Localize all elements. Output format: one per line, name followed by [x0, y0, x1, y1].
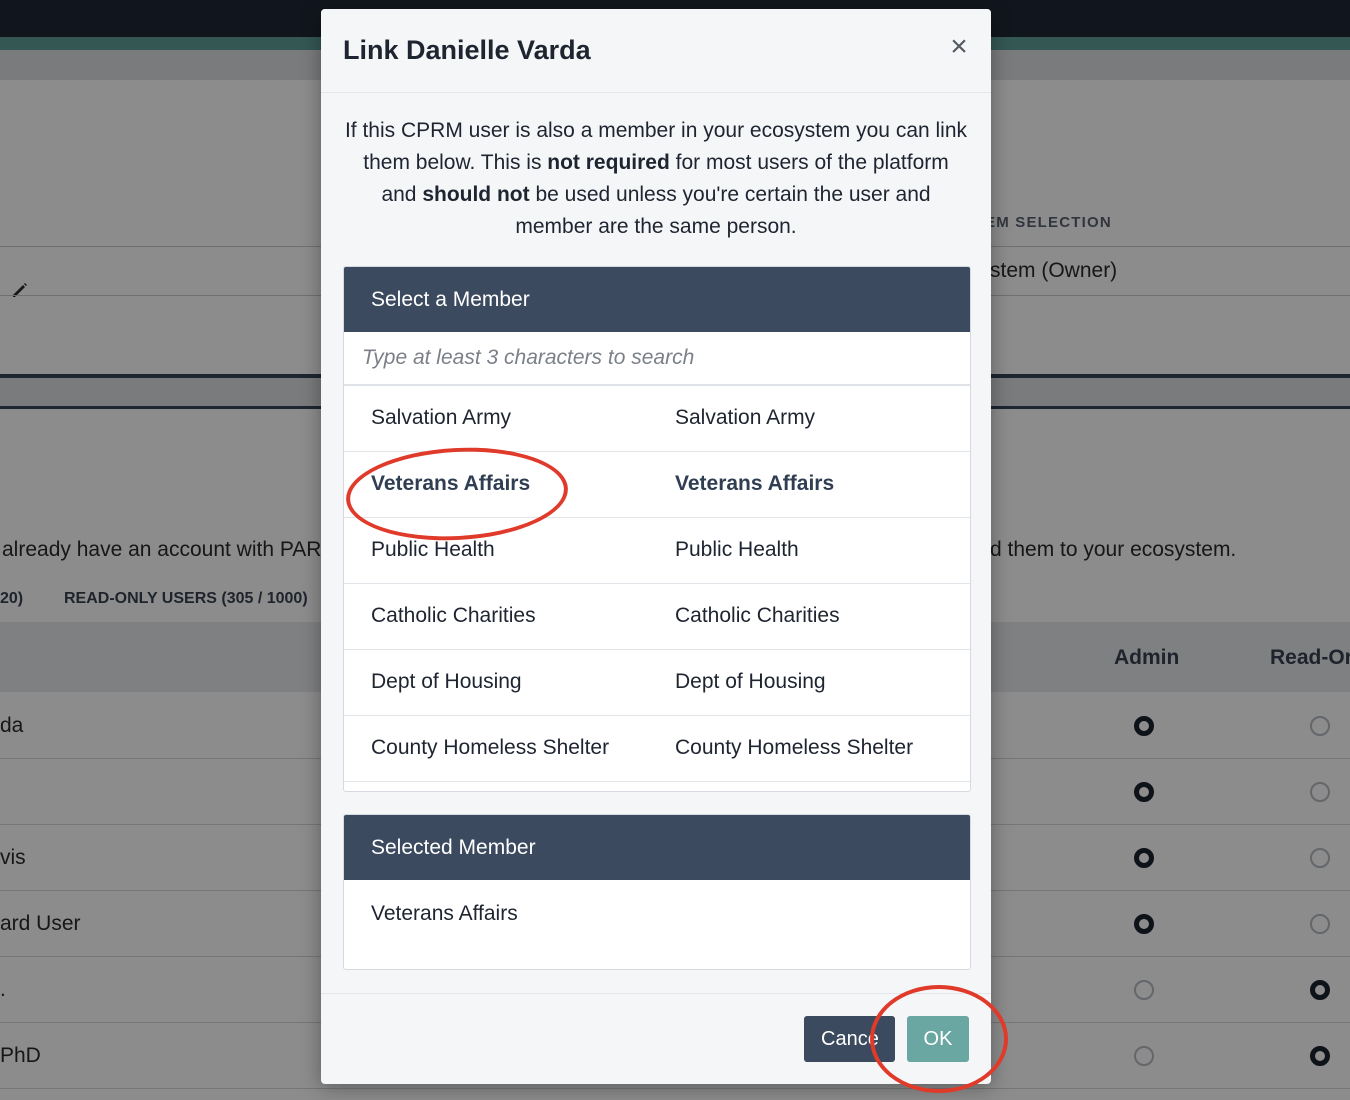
close-icon[interactable]: × [945, 32, 973, 62]
list-item[interactable]: Public Health Public Health [344, 518, 970, 584]
modal-body: If this CPRM user is also a member in yo… [321, 93, 991, 993]
list-item[interactable]: Dept of Housing Dept of Housing [344, 650, 970, 716]
link-member-modal: Link Danielle Varda × If this CPRM user … [321, 9, 991, 1084]
modal-title: Link Danielle Varda [343, 35, 591, 65]
ok-button[interactable]: OK [907, 1016, 969, 1062]
selected-member-value: Veterans Affairs [371, 902, 518, 925]
member-name: Public Health [371, 538, 495, 561]
selected-member-panel: Selected Member Veterans Affairs [343, 814, 971, 970]
member-organization: County Homeless Shelter [675, 736, 914, 759]
intro-emphasis-not-required: not required [547, 151, 670, 174]
member-organization: Catholic Charities [675, 604, 840, 627]
member-organization: Salvation Army [675, 406, 816, 429]
member-organization: Veterans Affairs [675, 472, 835, 495]
intro-emphasis-should-not: should not [422, 183, 530, 206]
intro-text-part: be used unless you're certain the user a… [515, 183, 931, 238]
list-item[interactable]: Catholic Charities Catholic Charities [344, 584, 970, 650]
member-name: County Homeless Shelter [371, 736, 610, 759]
member-organization: Dept of Housing [675, 670, 826, 693]
select-member-heading: Select a Member [344, 267, 970, 332]
member-organization: Public Health [675, 538, 799, 561]
list-item-selected[interactable]: Veterans Affairs Veterans Affairs [344, 452, 970, 518]
member-search-input[interactable] [344, 332, 970, 386]
list-item[interactable]: County Homeless Shelter County Homeless … [344, 716, 970, 782]
intro-text: If this CPRM user is also a member in yo… [343, 115, 969, 243]
modal-header: Link Danielle Varda × [321, 9, 991, 93]
selected-member-heading: Selected Member [344, 815, 970, 880]
select-member-panel: Select a Member Salvation Army Salvation… [343, 266, 971, 792]
cancel-button[interactable]: Cance [804, 1016, 895, 1062]
member-name: Dept of Housing [371, 670, 522, 693]
member-name: Salvation Army [371, 406, 512, 429]
member-name: Veterans Affairs [371, 472, 531, 495]
list-item[interactable]: Salvation Army Salvation Army [344, 386, 970, 452]
member-name: Catholic Charities [371, 604, 536, 627]
modal-footer: Cance OK [321, 993, 991, 1084]
